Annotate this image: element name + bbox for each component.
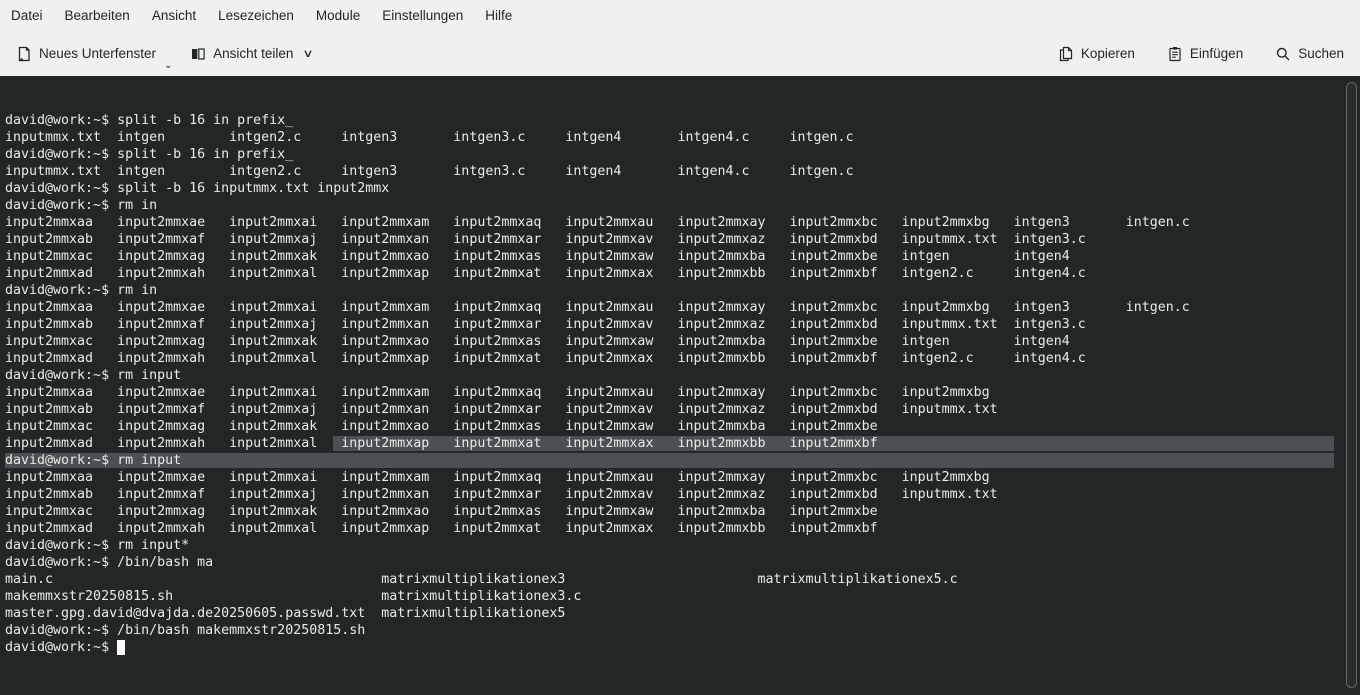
terminal-line: input2mmxad input2mmxah input2mmxal inpu… — [5, 435, 1360, 452]
terminal-cursor — [117, 640, 125, 655]
terminal-line: master.gpg.david@dvajda.de20250605.passw… — [5, 605, 1360, 622]
terminal-selection: input2mmxap input2mmxat input2mmxax inpu… — [333, 436, 1334, 451]
terminal-lines: david@work:~$ split -b 16 in prefix_inpu… — [5, 112, 1360, 656]
terminal-line: input2mmxaa input2mmxae input2mmxai inpu… — [5, 384, 1360, 401]
copy-button[interactable]: Kopieren — [1054, 43, 1139, 65]
menu-item-lesezeichen[interactable]: Lesezeichen — [207, 3, 305, 28]
paste-button[interactable]: Einfügen — [1163, 43, 1247, 65]
terminal-line: inputmmx.txt intgen intgen2.c intgen3 in… — [5, 163, 1360, 180]
new-tab-label: Neues Unterfenster — [39, 46, 156, 61]
terminal-line: makemmxstr20250815.sh matrixmultiplikati… — [5, 588, 1360, 605]
paste-icon — [1167, 46, 1183, 62]
menu-item-ansicht[interactable]: Ansicht — [141, 3, 207, 28]
terminal-line: input2mmxad input2mmxah input2mmxal inpu… — [5, 350, 1360, 367]
menu-item-einstellungen[interactable]: Einstellungen — [371, 3, 474, 28]
toolbar-left-group: Neues Unterfenster ⌄ Ansicht teilen ∨ — [12, 43, 316, 65]
terminal-line: david@work:~$ rm input — [5, 367, 1360, 384]
terminal-line: david@work:~$ rm in — [5, 197, 1360, 214]
terminal-selection: david@work:~$ rm input — [5, 453, 1334, 468]
split-view-icon — [190, 46, 206, 62]
new-tab-dropdown-chevron-icon[interactable]: ⌄ — [164, 61, 172, 71]
terminal-line: david@work:~$ rm input* — [5, 537, 1360, 554]
menu-item-datei[interactable]: Datei — [0, 3, 54, 28]
terminal-line: input2mmxad input2mmxah input2mmxal inpu… — [5, 265, 1360, 282]
terminal-line: david@work:~$ rm input — [5, 452, 1360, 469]
search-icon — [1275, 46, 1291, 62]
terminal-line: input2mmxad input2mmxah input2mmxal inpu… — [5, 520, 1360, 537]
terminal-line: input2mmxab input2mmxaf input2mmxaj inpu… — [5, 231, 1360, 248]
terminal-line: input2mmxac input2mmxag input2mmxak inpu… — [5, 418, 1360, 435]
terminal-line: david@work:~$ /bin/bash ma — [5, 554, 1360, 571]
terminal-line: david@work:~$ — [5, 639, 1360, 656]
new-tab-icon — [16, 46, 32, 62]
terminal-line: input2mmxaa input2mmxae input2mmxai inpu… — [5, 214, 1360, 231]
search-button[interactable]: Suchen — [1271, 43, 1348, 65]
terminal-line: input2mmxac input2mmxag input2mmxak inpu… — [5, 503, 1360, 520]
terminal-line: main.c matrixmultiplikationex3 matrixmul… — [5, 571, 1360, 588]
copy-label: Kopieren — [1081, 46, 1135, 61]
terminal-line: david@work:~$ split -b 16 in prefix_ — [5, 112, 1360, 129]
terminal-line: input2mmxaa input2mmxae input2mmxai inpu… — [5, 299, 1360, 316]
terminal-line: input2mmxaa input2mmxae input2mmxai inpu… — [5, 469, 1360, 486]
terminal-scrollbar-handle[interactable] — [1346, 82, 1357, 688]
menu-item-hilfe[interactable]: Hilfe — [474, 3, 523, 28]
terminal-line: input2mmxac input2mmxag input2mmxak inpu… — [5, 333, 1360, 350]
toolbar-right-group: Kopieren Einfügen Suchen — [1054, 43, 1348, 65]
menubar: DateiBearbeitenAnsichtLesezeichenModuleE… — [0, 0, 1360, 31]
search-label: Suchen — [1298, 46, 1344, 61]
terminal-line: input2mmxab input2mmxaf input2mmxaj inpu… — [5, 316, 1360, 333]
terminal-line: david@work:~$ split -b 16 in prefix_ — [5, 146, 1360, 163]
terminal-line: david@work:~$ rm in — [5, 282, 1360, 299]
terminal-view[interactable]: david@work:~$ split -b 16 in prefix_inpu… — [0, 76, 1360, 695]
terminal-line: inputmmx.txt intgen intgen2.c intgen3 in… — [5, 129, 1360, 146]
copy-icon — [1058, 46, 1074, 62]
terminal-line: input2mmxac input2mmxag input2mmxak inpu… — [5, 248, 1360, 265]
terminal-line: input2mmxab input2mmxaf input2mmxaj inpu… — [5, 486, 1360, 503]
toolbar: Neues Unterfenster ⌄ Ansicht teilen ∨ — [0, 31, 1360, 76]
paste-label: Einfügen — [1190, 46, 1243, 61]
new-tab-button[interactable]: Neues Unterfenster ⌄ — [12, 43, 160, 65]
terminal-line: david@work:~$ /bin/bash makemmxstr202508… — [5, 622, 1360, 639]
terminal-line: david@work:~$ split -b 16 inputmmx.txt i… — [5, 180, 1360, 197]
menu-item-bearbeiten[interactable]: Bearbeiten — [54, 3, 141, 28]
split-view-chevron-down-icon: ∨ — [303, 47, 314, 60]
terminal-line: input2mmxab input2mmxaf input2mmxaj inpu… — [5, 401, 1360, 418]
split-view-label: Ansicht teilen — [213, 46, 293, 61]
terminal-scrollbar-track — [1346, 82, 1358, 688]
split-view-button[interactable]: Ansicht teilen ∨ — [186, 43, 316, 65]
menu-item-module[interactable]: Module — [305, 3, 371, 28]
